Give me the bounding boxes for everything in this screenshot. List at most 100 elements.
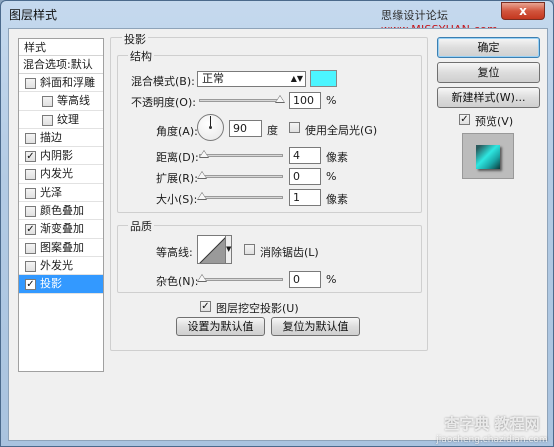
style-list-item-label: 等高线 xyxy=(57,94,90,108)
style-checkbox[interactable] xyxy=(25,187,36,199)
style-checkbox[interactable] xyxy=(25,132,36,144)
make-default-button[interactable]: 设置为默认值 xyxy=(176,317,265,336)
noise-label: 杂色(N): xyxy=(156,275,199,288)
contour-curve-icon xyxy=(199,237,225,263)
blend-mode-label: 混合模式(B): xyxy=(131,75,195,88)
antialias-label: 消除锯齿(L) xyxy=(260,246,319,259)
preview-swatch xyxy=(476,145,500,169)
style-list-item[interactable]: 颜色叠加 xyxy=(19,202,103,221)
shadow-color-swatch[interactable] xyxy=(310,70,337,87)
style-checkbox[interactable] xyxy=(42,96,53,108)
style-list-item-label: 描边 xyxy=(40,130,62,144)
preview-checkbox[interactable]: ✓ xyxy=(459,114,470,125)
knockout-label: 图层挖空投影(U) xyxy=(216,302,299,315)
style-list-header[interactable]: 样式 xyxy=(19,39,103,56)
bottom-watermark: 查字典 教程网 jiaocheng.chazidian.com xyxy=(436,415,548,445)
noise-unit: % xyxy=(326,273,337,286)
angle-dial[interactable] xyxy=(197,114,224,141)
angle-unit: 度 xyxy=(267,124,278,137)
noise-slider-thumb[interactable] xyxy=(197,274,207,282)
contour-label: 等高线: xyxy=(156,246,193,259)
style-list-item-label: 斜面和浮雕 xyxy=(40,76,95,89)
style-list-item-label: 图案叠加 xyxy=(40,240,84,254)
distance-slider[interactable] xyxy=(199,154,283,157)
size-unit: 像素 xyxy=(326,193,348,206)
size-slider-thumb[interactable] xyxy=(197,192,207,200)
style-list-item[interactable]: 斜面和浮雕 xyxy=(19,74,103,93)
blend-options-item[interactable]: 混合选项:默认 xyxy=(19,56,103,74)
ok-button[interactable]: 确定 xyxy=(437,37,540,58)
style-list-item-label: 外发光 xyxy=(40,258,73,272)
noise-slider[interactable] xyxy=(199,278,283,281)
opacity-unit: % xyxy=(326,94,337,107)
style-list-item[interactable]: 外发光 xyxy=(19,257,103,276)
opacity-slider[interactable] xyxy=(199,99,283,102)
global-light-checkbox[interactable] xyxy=(289,122,300,133)
distance-unit: 像素 xyxy=(326,151,348,164)
distance-label: 距离(D): xyxy=(156,151,199,164)
spread-label: 扩展(R): xyxy=(156,172,198,185)
spread-slider-thumb[interactable] xyxy=(197,171,207,179)
opacity-label: 不透明度(O): xyxy=(131,96,196,109)
spread-slider[interactable] xyxy=(199,175,283,178)
distance-input[interactable]: 4 xyxy=(289,147,321,164)
opacity-input[interactable]: 100 xyxy=(289,92,321,109)
close-button[interactable]: x xyxy=(501,2,545,20)
style-checkbox[interactable]: ✓ xyxy=(25,151,36,163)
dialog-body: 样式 混合选项:默认 斜面和浮雕等高线纹理描边 ✓ 内阴影内发光光泽颜色叠加 ✓ 渐变叠… xyxy=(8,28,548,445)
spread-unit: % xyxy=(326,170,337,183)
angle-label: 角度(A): xyxy=(156,125,198,138)
drop-shadow-title: 投影 xyxy=(122,31,148,47)
style-list-item[interactable]: ✓ 渐变叠加 xyxy=(19,220,103,239)
contour-dropdown-icon[interactable]: ▼ xyxy=(226,235,232,264)
blend-mode-select[interactable]: 正常 ▲▼ xyxy=(197,71,306,87)
style-checkbox[interactable] xyxy=(25,169,36,181)
size-label: 大小(S): xyxy=(156,193,198,206)
style-checkbox[interactable] xyxy=(25,78,36,89)
style-list-item-label: 光泽 xyxy=(40,185,62,199)
reset-button[interactable]: 复位 xyxy=(437,62,540,83)
style-checkbox[interactable] xyxy=(25,242,36,254)
layer-style-dialog: 图层样式 思缘设计论坛 www.MISSYUAN.com x 样式 混合选项:默… xyxy=(0,0,554,447)
style-list: 样式 混合选项:默认 斜面和浮雕等高线纹理描边 ✓ 内阴影内发光光泽颜色叠加 ✓ 渐变叠… xyxy=(18,38,104,372)
style-list-item-label: 纹理 xyxy=(57,112,79,126)
style-list-item[interactable]: 光泽 xyxy=(19,184,103,203)
size-slider[interactable] xyxy=(199,196,283,199)
style-list-item[interactable]: ✓ 内阴影 xyxy=(19,147,103,166)
style-checkbox[interactable]: ✓ xyxy=(25,279,36,291)
style-list-item[interactable]: 等高线 xyxy=(19,92,103,111)
new-style-button[interactable]: 新建样式(W)... xyxy=(437,87,540,108)
style-list-item-label: 内发光 xyxy=(40,167,73,181)
style-list-item[interactable]: 描边 xyxy=(19,129,103,148)
style-list-item-label: 颜色叠加 xyxy=(40,204,84,218)
style-checkbox[interactable]: ✓ xyxy=(25,224,36,236)
style-list-item[interactable]: 纹理 xyxy=(19,111,103,129)
style-list-item-label: 内阴影 xyxy=(40,149,73,163)
noise-input[interactable]: 0 xyxy=(289,271,321,288)
structure-title: 结构 xyxy=(128,48,154,64)
style-preview xyxy=(462,133,514,179)
style-list-item[interactable]: 图案叠加 xyxy=(19,239,103,257)
distance-slider-thumb[interactable] xyxy=(198,150,209,158)
style-checkbox[interactable] xyxy=(25,206,36,218)
quality-title: 品质 xyxy=(128,218,154,234)
spread-input[interactable]: 0 xyxy=(289,168,321,185)
style-checkbox[interactable] xyxy=(42,114,53,126)
contour-picker[interactable] xyxy=(197,235,226,264)
style-checkbox[interactable] xyxy=(25,260,36,272)
knockout-checkbox[interactable]: ✓ xyxy=(200,301,211,312)
style-list-item[interactable]: 内发光 xyxy=(19,165,103,184)
style-list-item-label: 渐变叠加 xyxy=(40,222,84,236)
global-light-label: 使用全局光(G) xyxy=(305,124,378,137)
angle-input[interactable]: 90 xyxy=(229,120,262,137)
opacity-slider-thumb[interactable] xyxy=(275,95,285,103)
preview-label: 预览(V) xyxy=(475,115,514,128)
title-bar[interactable]: 图层样式 思缘设计论坛 www.MISSYUAN.com x xyxy=(1,1,553,36)
reset-default-button[interactable]: 复位为默认值 xyxy=(271,317,360,336)
style-list-item[interactable]: ✓ 投影 xyxy=(19,275,103,294)
style-list-item-label: 投影 xyxy=(40,277,62,291)
select-arrow-icon: ▲▼ xyxy=(290,74,303,83)
dialog-title: 图层样式 xyxy=(9,8,58,22)
size-input[interactable]: 1 xyxy=(289,189,321,206)
antialias-checkbox[interactable] xyxy=(244,244,255,255)
